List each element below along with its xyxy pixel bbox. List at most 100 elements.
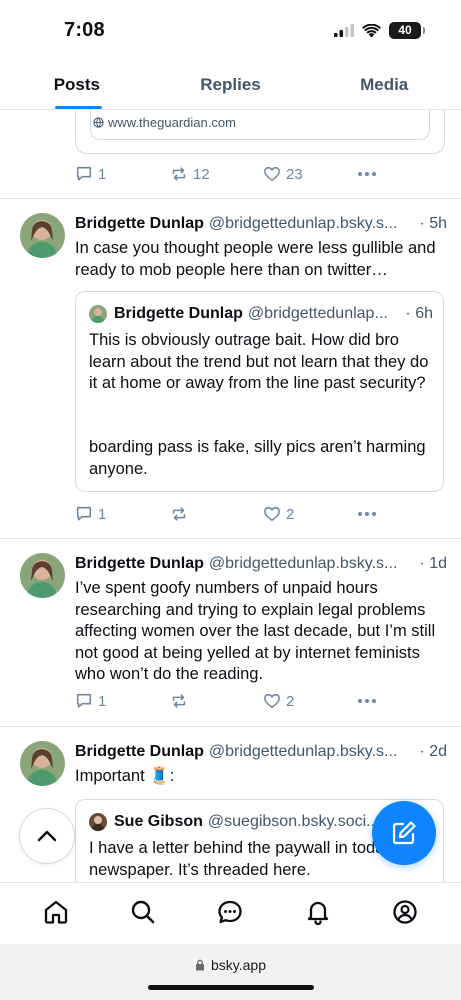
- battery-level: 40: [398, 23, 412, 37]
- repost-button[interactable]: 12: [170, 165, 210, 183]
- quote-author-name: Bridgette Dunlap: [114, 305, 243, 322]
- link-card[interactable]: www.theguardian.com: [90, 110, 430, 140]
- more-options-button[interactable]: [357, 511, 377, 517]
- quoted-post[interactable]: Bridgette Dunlap @bridgettedunlap... · 6…: [75, 291, 444, 492]
- post-actions: 1 12 23: [75, 163, 385, 185]
- url-text: bsky.app: [211, 957, 266, 973]
- repost-icon: [172, 507, 186, 521]
- ellipsis-icon: [358, 172, 376, 176]
- chat-bubble-icon: [218, 900, 243, 923]
- reply-button[interactable]: 1: [75, 505, 106, 523]
- post-remnant[interactable]: www.theguardian.com 1 12 23: [0, 110, 461, 199]
- embed-card[interactable]: www.theguardian.com: [75, 110, 445, 154]
- wifi-icon: [362, 23, 381, 37]
- heart-icon: [264, 693, 280, 709]
- reply-icon: [76, 166, 92, 181]
- quote-text: This is obviously outrage bait. How did …: [89, 331, 429, 392]
- post-text: I’ve spent goofy numbers of unpaid hours…: [75, 579, 436, 683]
- post-header: Bridgette Dunlap @bridgettedunlap.bsky.s…: [75, 743, 447, 761]
- repost-count: 12: [193, 165, 210, 183]
- more-options-button[interactable]: [357, 171, 377, 177]
- compose-post-button[interactable]: [372, 801, 436, 865]
- cellular-signal-icon: [334, 24, 354, 37]
- status-time: 7:08: [64, 19, 105, 41]
- tab-replies-label: Replies: [200, 75, 261, 94]
- quote-time: · 6h: [405, 305, 433, 322]
- post-time[interactable]: · 1d: [419, 555, 447, 573]
- author-name[interactable]: Bridgette Dunlap: [75, 743, 204, 761]
- like-count: 2: [286, 505, 295, 523]
- browser-url-bar[interactable]: bsky.app: [0, 944, 461, 1000]
- reply-icon: [76, 693, 92, 708]
- tab-posts[interactable]: Posts: [0, 62, 154, 109]
- quote-avatar: [89, 813, 107, 831]
- ellipsis-icon: [358, 699, 376, 703]
- reply-count: 1: [98, 692, 107, 710]
- bell-icon: [307, 901, 329, 925]
- like-count: 2: [286, 692, 295, 710]
- quote-text-paragraph-2: boarding pass is fake, silly pics aren’t…: [89, 438, 426, 478]
- avatar[interactable]: [20, 553, 65, 598]
- post-actions: 1 2: [75, 690, 385, 712]
- heart-icon: [264, 506, 280, 522]
- status-bar: 7:08 40: [0, 0, 461, 62]
- lock-icon: [196, 959, 204, 971]
- url-display[interactable]: bsky.app: [0, 957, 461, 973]
- like-count: 23: [286, 165, 303, 183]
- search-icon: [131, 900, 155, 923]
- post-header: Bridgette Dunlap @bridgettedunlap.bsky.s…: [75, 215, 447, 233]
- repost-button[interactable]: [170, 692, 193, 710]
- post-text: In case you thought people were less gul…: [75, 239, 436, 279]
- author-handle[interactable]: @bridgettedunlap.bsky.s...: [209, 743, 416, 761]
- post-time[interactable]: · 5h: [419, 215, 447, 233]
- scroll-to-top-button[interactable]: [19, 808, 75, 864]
- avatar[interactable]: [20, 213, 65, 258]
- nav-profile[interactable]: [383, 890, 427, 934]
- quote-header: Bridgette Dunlap @bridgettedunlap... · 6…: [89, 305, 433, 323]
- post-actions: 1 2: [75, 503, 385, 525]
- author-handle[interactable]: @bridgettedunlap.bsky.s...: [209, 215, 416, 233]
- quote-author-handle: @bridgettedunlap...: [247, 305, 388, 322]
- repost-icon: [172, 167, 186, 181]
- battery-icon: 40: [389, 22, 425, 39]
- tab-media[interactable]: Media: [307, 62, 461, 109]
- reply-icon: [76, 506, 92, 521]
- ellipsis-icon: [358, 512, 376, 516]
- link-domain: www.theguardian.com: [93, 115, 236, 130]
- home-indicator[interactable]: [148, 985, 314, 990]
- home-icon: [44, 900, 67, 924]
- heart-icon: [264, 166, 280, 182]
- reply-button[interactable]: 1: [75, 692, 106, 710]
- post-item[interactable]: Bridgette Dunlap @bridgettedunlap.bsky.s…: [0, 199, 461, 539]
- author-name[interactable]: Bridgette Dunlap: [75, 215, 204, 233]
- nav-notifications[interactable]: [296, 890, 340, 934]
- post-item[interactable]: Bridgette Dunlap @bridgettedunlap.bsky.s…: [0, 539, 461, 727]
- nav-search[interactable]: [121, 890, 165, 934]
- profile-icon: [393, 899, 417, 924]
- link-domain-text: www.theguardian.com: [108, 115, 236, 130]
- nav-chat[interactable]: [208, 890, 252, 934]
- avatar[interactable]: [20, 741, 65, 786]
- bottom-navigation: [0, 882, 461, 944]
- like-button[interactable]: 23: [263, 165, 303, 183]
- reply-button[interactable]: 1: [75, 165, 106, 183]
- tab-media-label: Media: [360, 75, 409, 94]
- post-header: Bridgette Dunlap @bridgettedunlap.bsky.s…: [75, 555, 447, 573]
- reply-count: 1: [98, 165, 107, 183]
- post-text: Important 🧵:: [75, 767, 175, 785]
- compose-icon: [392, 821, 416, 845]
- like-button[interactable]: 2: [263, 505, 294, 523]
- globe-icon: [93, 117, 104, 128]
- author-handle[interactable]: @bridgettedunlap.bsky.s...: [209, 555, 416, 573]
- more-options-button[interactable]: [357, 698, 377, 704]
- author-name[interactable]: Bridgette Dunlap: [75, 555, 204, 573]
- post-time[interactable]: · 2d: [419, 743, 447, 761]
- like-button[interactable]: 2: [263, 692, 294, 710]
- tab-replies[interactable]: Replies: [154, 62, 308, 109]
- chevron-up-icon: [37, 830, 57, 842]
- repost-button[interactable]: [170, 505, 193, 523]
- reply-count: 1: [98, 505, 107, 523]
- nav-home[interactable]: [34, 890, 78, 934]
- repost-icon: [172, 694, 186, 708]
- tab-posts-label: Posts: [53, 75, 100, 94]
